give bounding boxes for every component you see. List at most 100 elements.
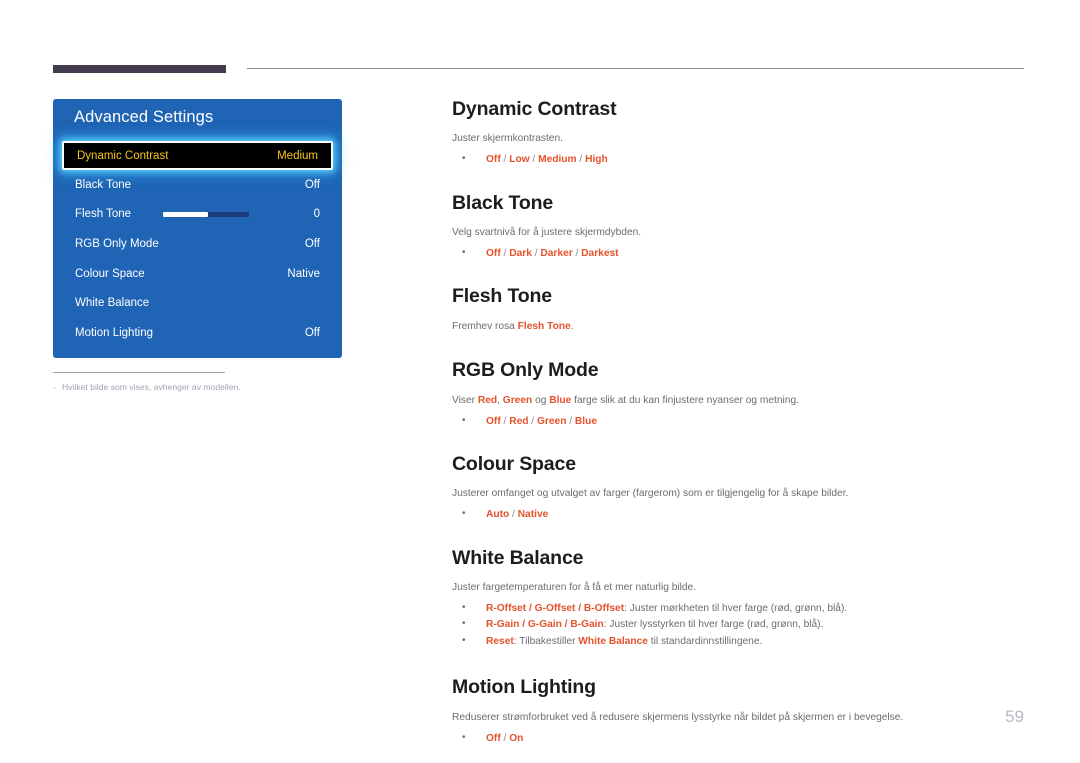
menu-item-value: Off bbox=[304, 237, 320, 250]
option-item: Reset: Tilbakestiller White Balance til … bbox=[452, 633, 1024, 651]
option-item: Off / Red / Green / Blue bbox=[452, 413, 1024, 431]
menu-item-value: Medium bbox=[277, 149, 318, 162]
section-heading: Dynamic Contrast bbox=[452, 98, 617, 120]
option-value: Green bbox=[536, 415, 567, 427]
option-value: Off bbox=[486, 154, 501, 166]
separator: / bbox=[500, 415, 510, 427]
section-description: Viser Red, Green og Blue farge slik at d… bbox=[452, 394, 1024, 408]
option-value: Off bbox=[486, 732, 501, 744]
desc-part: farge slik at du kan finjustere nyanser … bbox=[571, 394, 799, 406]
separator: / bbox=[509, 509, 518, 521]
option-description: : Juster lysstyrken til hver farge (rød,… bbox=[603, 619, 824, 631]
page-number: 59 bbox=[1005, 707, 1024, 726]
advanced-settings-panel: Advanced Settings Dynamic Contrast Mediu… bbox=[53, 99, 342, 358]
section-description: Juster fargetemperaturen for å få et mer… bbox=[452, 582, 697, 594]
desc-part: . bbox=[570, 320, 574, 332]
section-description: Justerer omfanget og utvalget av farger … bbox=[452, 488, 849, 500]
section-description: Fremhev rosa Flesh Tone. bbox=[452, 320, 1024, 334]
header-divider-line bbox=[247, 68, 1024, 69]
option-item: Off / Dark / Darker / Darkest bbox=[452, 245, 1024, 263]
desc-highlight: Green bbox=[502, 394, 533, 406]
flesh-tone-slider[interactable] bbox=[163, 211, 250, 217]
option-item: R-Gain / G-Gain / B-Gain: Juster lysstyr… bbox=[452, 616, 1024, 634]
option-value: R-Offset / G-Offset / B-Offset bbox=[486, 602, 625, 614]
option-item: Auto / Native bbox=[452, 506, 1024, 524]
menu-item-white-balance[interactable]: White Balance bbox=[53, 288, 342, 318]
section-heading: Black Tone bbox=[452, 191, 554, 214]
panel-title: Advanced Settings bbox=[74, 108, 214, 126]
header-accent-bar bbox=[53, 65, 226, 73]
menu-item-colour-space[interactable]: Colour Space Native bbox=[53, 259, 342, 289]
option-list: Off / On bbox=[452, 730, 1024, 748]
option-value: Off bbox=[486, 415, 501, 427]
separator: / bbox=[529, 154, 539, 166]
option-item: Off / On bbox=[452, 730, 1024, 748]
menu-item-rgb-only-mode[interactable]: RGB Only Mode Off bbox=[53, 229, 342, 259]
separator: / bbox=[500, 732, 510, 744]
menu-item-motion-lighting[interactable]: Motion Lighting Off bbox=[53, 318, 342, 348]
desc-part: Fremhev rosa bbox=[452, 320, 518, 332]
menu-item-label: RGB Only Mode bbox=[75, 237, 159, 250]
separator: / bbox=[576, 154, 586, 166]
option-list: Off / Dark / Darker / Darkest bbox=[452, 245, 1024, 263]
menu-item-dynamic-contrast[interactable]: Dynamic Contrast Medium bbox=[62, 141, 333, 170]
option-value: White Balance bbox=[578, 635, 648, 647]
footnote-divider bbox=[53, 372, 225, 373]
menu-item-value: 0 bbox=[313, 208, 320, 221]
option-list: Off / Red / Green / Blue bbox=[452, 413, 1024, 431]
section-black-tone: Black Tone Velg svartnivå for å justere … bbox=[452, 191, 1024, 263]
section-flesh-tone: Flesh Tone Fremhev rosa Flesh Tone. bbox=[452, 284, 1024, 333]
menu-item-label: Black Tone bbox=[75, 178, 132, 191]
desc-highlight: Flesh Tone bbox=[517, 320, 571, 332]
menu-item-label: Dynamic Contrast bbox=[77, 149, 169, 162]
slider-fill bbox=[163, 211, 208, 217]
section-heading: Colour Space bbox=[452, 453, 576, 476]
section-colour-space: Colour Space Justerer omfanget og utvalg… bbox=[452, 452, 1024, 524]
option-value: Medium bbox=[538, 154, 577, 166]
menu-item-label: White Balance bbox=[75, 297, 150, 310]
section-description: Velg svartnivå for å justere skjermdybde… bbox=[452, 227, 642, 239]
section-heading: Flesh Tone bbox=[452, 285, 552, 308]
option-value: Red bbox=[509, 415, 529, 427]
settings-list: Dynamic Contrast Medium Black Tone Off F… bbox=[53, 141, 342, 348]
option-value: Darker bbox=[540, 247, 573, 259]
option-value: Auto bbox=[486, 509, 510, 521]
footnote-dash: ‐ bbox=[53, 382, 56, 392]
section-heading: White Balance bbox=[452, 546, 584, 569]
menu-item-black-tone[interactable]: Black Tone Off bbox=[53, 170, 342, 200]
separator: / bbox=[566, 415, 575, 427]
footnote-text: Hvilket bilde som vises, avhenger av mod… bbox=[62, 382, 241, 392]
option-value: High bbox=[585, 154, 608, 166]
option-value: Off bbox=[486, 247, 501, 259]
option-value: Blue bbox=[574, 415, 597, 427]
desc-part: og bbox=[532, 394, 550, 406]
separator: / bbox=[500, 247, 510, 259]
menu-item-flesh-tone[interactable]: Flesh Tone 0 bbox=[53, 200, 342, 230]
option-value: R-Gain / G-Gain / B-Gain bbox=[486, 619, 604, 631]
section-rgb-only-mode: RGB Only Mode Viser Red, Green og Blue f… bbox=[452, 358, 1024, 430]
option-list: Off / Low / Medium / High bbox=[452, 151, 1024, 169]
section-dynamic-contrast: Dynamic Contrast Juster skjermkontrasten… bbox=[452, 97, 1024, 169]
menu-item-label: Colour Space bbox=[75, 267, 145, 280]
option-description: til standardinnstillingene. bbox=[647, 635, 763, 647]
option-item: Off / Low / Medium / High bbox=[452, 151, 1024, 169]
option-description: : Juster mørkheten til hver farge (rød, … bbox=[624, 602, 848, 614]
section-heading: RGB Only Mode bbox=[452, 359, 599, 382]
option-value: Reset bbox=[486, 635, 514, 647]
section-white-balance: White Balance Juster fargetemperaturen f… bbox=[452, 546, 1024, 651]
desc-highlight: Red bbox=[477, 394, 498, 406]
section-heading: Motion Lighting bbox=[452, 676, 596, 699]
menu-item-value: Native bbox=[287, 267, 320, 280]
desc-highlight: Blue bbox=[549, 394, 572, 406]
option-item: R-Offset / G-Offset / B-Offset: Juster m… bbox=[452, 600, 1024, 618]
footnote: ‐ Hvilket bilde som vises, avhenger av mo… bbox=[53, 382, 241, 392]
option-value: Darkest bbox=[581, 247, 619, 259]
separator: / bbox=[572, 247, 582, 259]
option-list: R-Offset / G-Offset / B-Offset: Juster m… bbox=[452, 600, 1024, 651]
option-value: Low bbox=[509, 154, 530, 166]
